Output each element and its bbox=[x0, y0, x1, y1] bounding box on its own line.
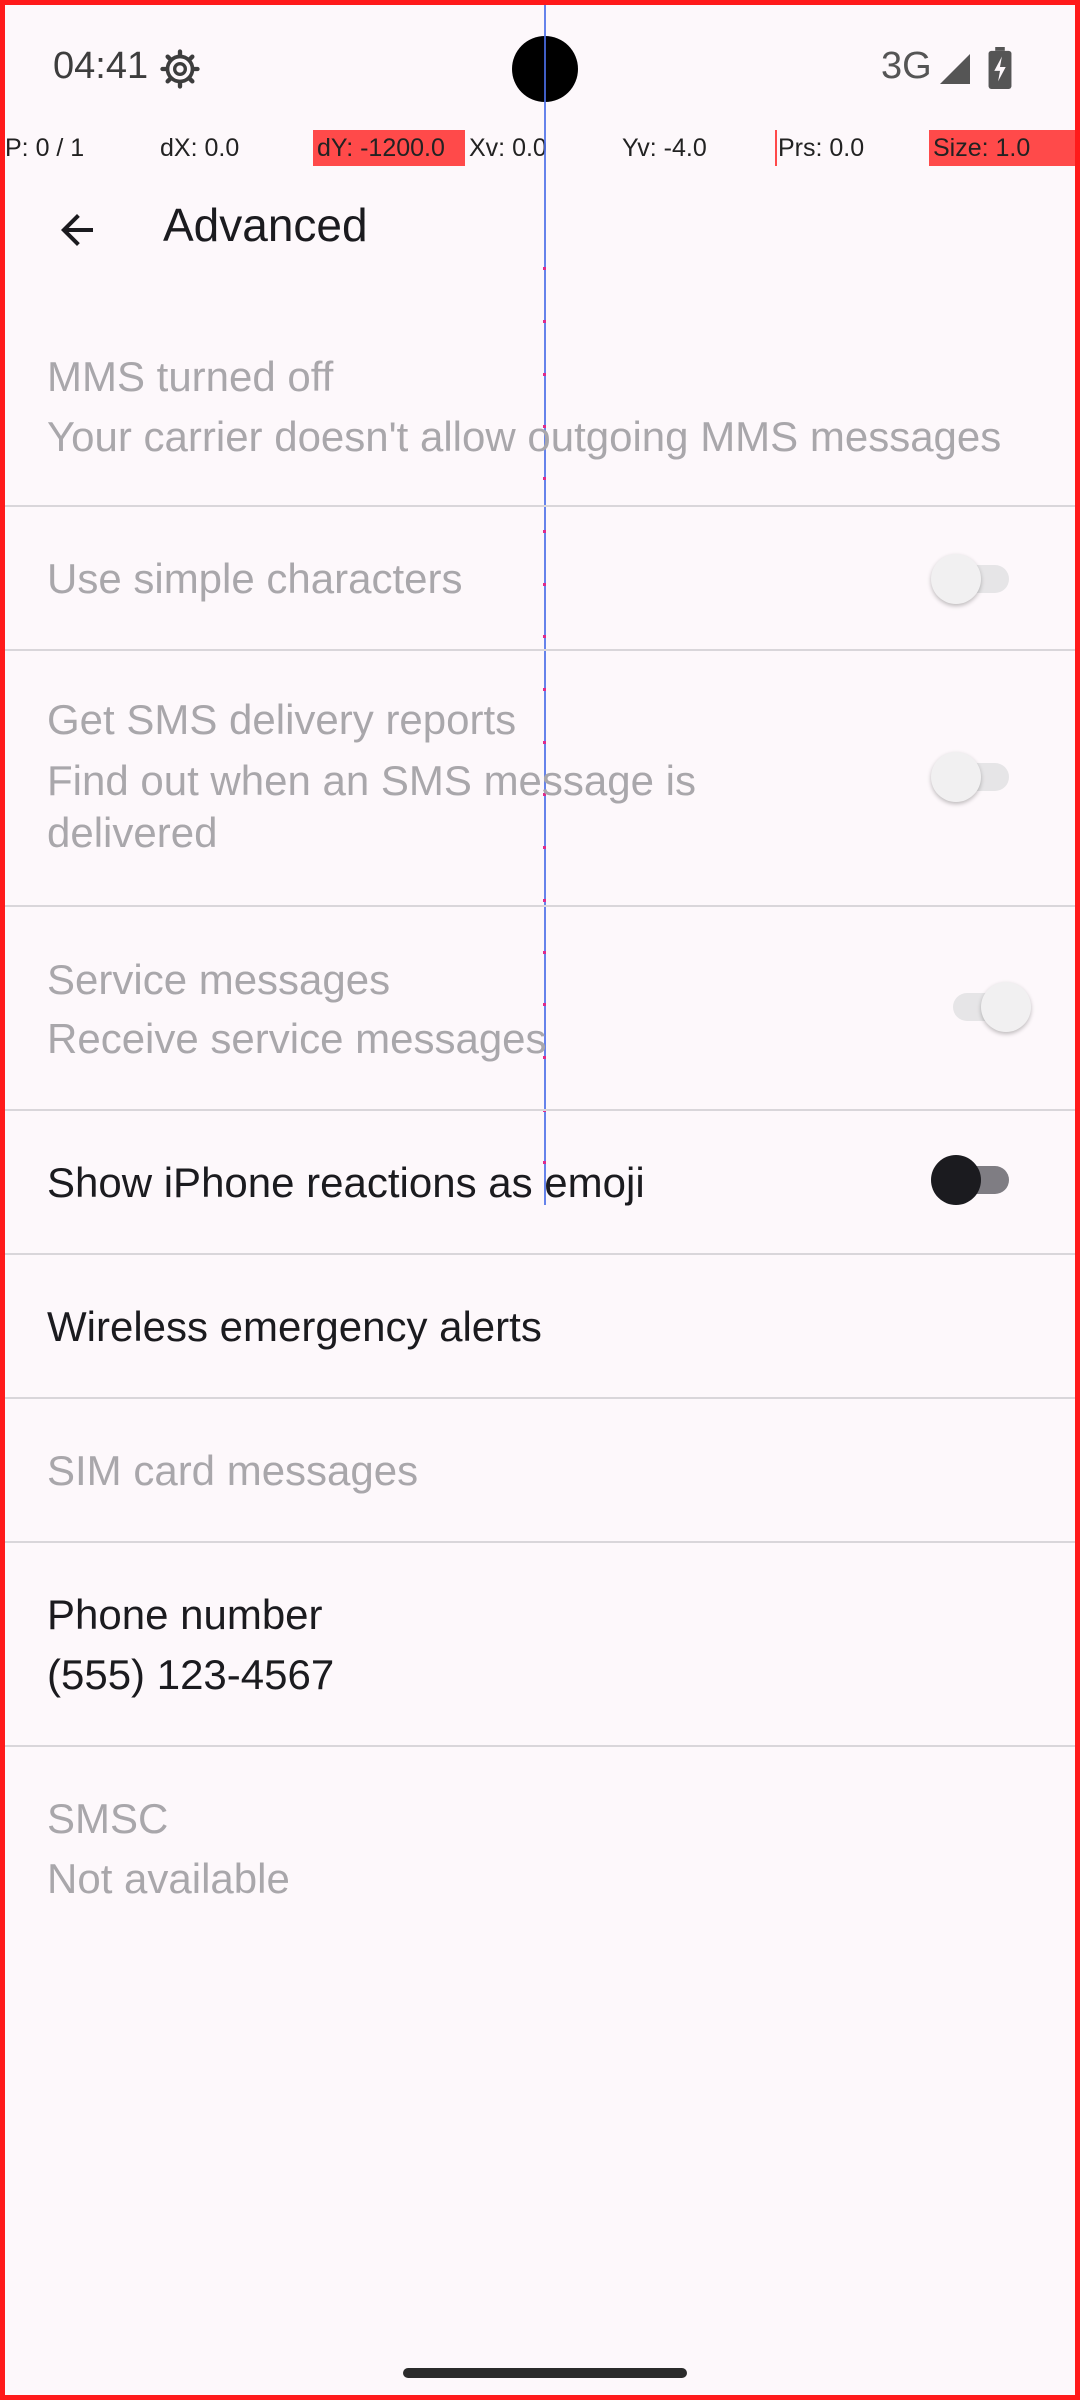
setting-smsc-title: SMSC bbox=[47, 1795, 169, 1842]
setting-mms-summary: Your carrier doesn't allow outgoing MMS … bbox=[47, 413, 1002, 460]
setting-phone-number-title: Phone number bbox=[47, 1591, 323, 1638]
arrow-back-icon bbox=[61, 214, 93, 246]
setting-mms: MMS turned off Your carrier doesn't allo… bbox=[5, 325, 1075, 507]
back-button[interactable] bbox=[35, 188, 119, 272]
battery-charging-icon bbox=[988, 47, 1012, 89]
setting-sms-reports-title: Get SMS delivery reports bbox=[47, 696, 517, 743]
debug-xv: Xv: 0.0 bbox=[469, 134, 547, 162]
setting-service-messages[interactable]: Service messages Receive service message… bbox=[5, 907, 1075, 1111]
setting-mms-title: MMS turned off bbox=[47, 353, 334, 400]
setting-iphone-reactions[interactable]: Show iPhone reactions as emoji bbox=[5, 1111, 1075, 1255]
setting-wireless-emergency-alerts[interactable]: Wireless emergency alerts bbox=[5, 1255, 1075, 1399]
setting-sim-messages-title: SIM card messages bbox=[47, 1447, 419, 1494]
top-app-bar: Advanced bbox=[5, 170, 1075, 280]
iphone-reactions-switch[interactable] bbox=[931, 1154, 1015, 1206]
debug-yv: Yv: -4.0 bbox=[622, 134, 707, 162]
signal-icon bbox=[940, 54, 970, 84]
status-time: 04:41 bbox=[53, 45, 149, 87]
screen: 04:41 3G P: 0 / 1 dX: 0.0 dY: -1200.0 Xv… bbox=[0, 0, 1080, 2400]
debug-size: Size: 1.0 bbox=[929, 130, 1075, 166]
setting-smsc-value: Not available bbox=[47, 1855, 290, 1902]
service-messages-switch[interactable] bbox=[947, 981, 1031, 1033]
setting-phone-number-value: (555) 123-4567 bbox=[47, 1651, 335, 1698]
trace-point bbox=[543, 320, 546, 323]
pointer-debug-overlay: P: 0 / 1 dX: 0.0 dY: -1200.0 Xv: 0.0 Yv:… bbox=[5, 130, 1075, 166]
setting-sim-card-messages[interactable]: SIM card messages bbox=[5, 1399, 1075, 1543]
debug-dy: dY: -1200.0 bbox=[313, 130, 465, 166]
page-title: Advanced bbox=[163, 199, 368, 251]
setting-sms-reports-summary: Find out when an SMS message is delivere… bbox=[47, 757, 696, 856]
setting-simple-characters-title: Use simple characters bbox=[47, 555, 463, 602]
gesture-navigation-handle[interactable] bbox=[403, 2368, 687, 2378]
network-type: 3G bbox=[881, 45, 932, 87]
setting-emergency-alerts-title: Wireless emergency alerts bbox=[47, 1303, 542, 1350]
setting-smsc: SMSC Not available bbox=[5, 1747, 1075, 1951]
setting-sms-delivery-reports[interactable]: Get SMS delivery reports Find out when a… bbox=[5, 651, 1075, 907]
setting-service-messages-summary: Receive service messages bbox=[47, 1015, 547, 1062]
setting-simple-characters[interactable]: Use simple characters bbox=[5, 507, 1075, 651]
status-bar: 04:41 3G bbox=[5, 5, 1075, 130]
gear-icon bbox=[160, 49, 200, 89]
debug-pressure: Prs: 0.0 bbox=[775, 130, 864, 166]
debug-dx: dX: 0.0 bbox=[160, 134, 240, 162]
setting-service-messages-title: Service messages bbox=[47, 956, 391, 1003]
setting-phone-number[interactable]: Phone number (555) 123-4567 bbox=[5, 1543, 1075, 1747]
setting-iphone-reactions-title: Show iPhone reactions as emoji bbox=[47, 1159, 645, 1206]
simple-characters-switch[interactable] bbox=[931, 553, 1015, 605]
debug-pointer-count: P: 0 / 1 bbox=[5, 134, 85, 162]
sms-delivery-reports-switch[interactable] bbox=[931, 751, 1015, 803]
